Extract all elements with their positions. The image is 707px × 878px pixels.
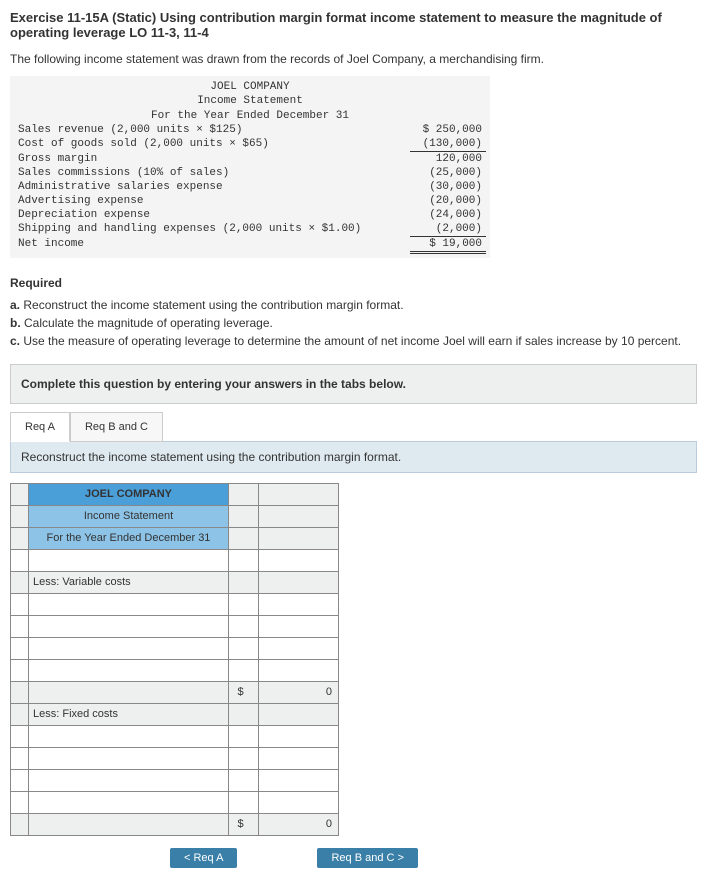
- row-label: Sales revenue (2,000 units × $125): [14, 123, 410, 137]
- input-cell[interactable]: [229, 659, 259, 681]
- dropdown-cell[interactable]: [11, 747, 29, 769]
- input-cell[interactable]: [29, 791, 229, 813]
- tab-bar: Req A Req B and C: [10, 412, 697, 442]
- input-cell[interactable]: [259, 593, 339, 615]
- required-list: a. Reconstruct the income statement usin…: [10, 296, 697, 350]
- dropdown-cell[interactable]: [11, 725, 29, 747]
- dropdown-cell[interactable]: [11, 593, 29, 615]
- row-label: Cost of goods sold (2,000 units × $65): [14, 137, 410, 152]
- stmt-period: For the Year Ended December 31: [14, 109, 486, 123]
- total-value: 0: [259, 813, 339, 835]
- row-label: Sales commissions (10% of sales): [14, 166, 410, 180]
- answer-table: JOEL COMPANY Income Statement For the Ye…: [10, 483, 339, 836]
- input-cell[interactable]: [259, 725, 339, 747]
- dropdown-cell[interactable]: [11, 791, 29, 813]
- dropdown-cell[interactable]: [11, 769, 29, 791]
- input-cell[interactable]: [29, 549, 229, 571]
- income-statement-block: JOEL COMPANY Income Statement For the Ye…: [10, 76, 490, 258]
- dropdown-cell[interactable]: [11, 659, 29, 681]
- input-cell[interactable]: [29, 637, 229, 659]
- input-cell[interactable]: [259, 637, 339, 659]
- stmt-name: Income Statement: [14, 94, 486, 108]
- input-cell[interactable]: [259, 747, 339, 769]
- req-a: Reconstruct the income statement using t…: [23, 298, 403, 312]
- req-c: Use the measure of operating leverage to…: [23, 334, 681, 348]
- row-val: (25,000): [410, 166, 486, 180]
- row-label: Depreciation expense: [14, 208, 410, 222]
- row-val: $ 250,000: [410, 123, 486, 137]
- ans-period: For the Year Ended December 31: [29, 527, 229, 549]
- input-cell[interactable]: [259, 769, 339, 791]
- input-cell[interactable]: [229, 725, 259, 747]
- tab-req-a[interactable]: Req A: [10, 412, 70, 442]
- required-heading: Required: [10, 276, 697, 290]
- subtotal-value: 0: [259, 681, 339, 703]
- row-label: Net income: [14, 236, 410, 252]
- req-b: Calculate the magnitude of operating lev…: [24, 316, 273, 330]
- currency-symbol: $: [229, 681, 259, 703]
- row-val: (24,000): [410, 208, 486, 222]
- ans-name: Income Statement: [29, 505, 229, 527]
- row-val: (130,000): [410, 137, 486, 152]
- input-cell[interactable]: [259, 549, 339, 571]
- input-cell[interactable]: [29, 769, 229, 791]
- input-cell[interactable]: [29, 659, 229, 681]
- input-cell[interactable]: [259, 659, 339, 681]
- dropdown-cell[interactable]: [11, 615, 29, 637]
- row-label: Administrative salaries expense: [14, 180, 410, 194]
- next-button[interactable]: Req B and C >: [317, 848, 417, 868]
- input-cell[interactable]: [229, 747, 259, 769]
- row-val: (2,000): [410, 222, 486, 237]
- row-label: Gross margin: [14, 151, 410, 166]
- tab-description: Reconstruct the income statement using t…: [10, 441, 697, 473]
- less-variable-label: Less: Variable costs: [29, 571, 229, 593]
- input-cell[interactable]: [229, 615, 259, 637]
- income-statement-table: Sales revenue (2,000 units × $125)$ 250,…: [14, 123, 486, 254]
- input-cell[interactable]: [29, 615, 229, 637]
- stmt-company: JOEL COMPANY: [14, 80, 486, 94]
- dropdown-cell[interactable]: [11, 549, 29, 571]
- exercise-title: Exercise 11-15A (Static) Using contribut…: [10, 10, 697, 40]
- dropdown-cell[interactable]: [11, 637, 29, 659]
- input-cell[interactable]: [259, 615, 339, 637]
- row-val: $ 19,000: [410, 236, 486, 252]
- input-cell[interactable]: [229, 637, 259, 659]
- input-cell[interactable]: [29, 593, 229, 615]
- prev-button[interactable]: < Req A: [170, 848, 237, 868]
- less-fixed-label: Less: Fixed costs: [29, 703, 229, 725]
- row-label: Advertising expense: [14, 194, 410, 208]
- input-cell[interactable]: [29, 725, 229, 747]
- input-cell[interactable]: [229, 593, 259, 615]
- input-cell[interactable]: [229, 791, 259, 813]
- total-label[interactable]: [29, 813, 229, 835]
- currency-symbol: $: [229, 813, 259, 835]
- subtotal-label[interactable]: [29, 681, 229, 703]
- ans-company: JOEL COMPANY: [29, 483, 229, 505]
- instruction-box: Complete this question by entering your …: [10, 364, 697, 404]
- row-val: (30,000): [410, 180, 486, 194]
- row-val: (20,000): [410, 194, 486, 208]
- input-cell[interactable]: [229, 549, 259, 571]
- intro-text: The following income statement was drawn…: [10, 52, 697, 66]
- input-cell[interactable]: [259, 791, 339, 813]
- tab-req-bc[interactable]: Req B and C: [70, 412, 163, 442]
- input-cell[interactable]: [229, 769, 259, 791]
- row-val: 120,000: [410, 151, 486, 166]
- input-cell[interactable]: [29, 747, 229, 769]
- row-label: Shipping and handling expenses (2,000 un…: [14, 222, 410, 237]
